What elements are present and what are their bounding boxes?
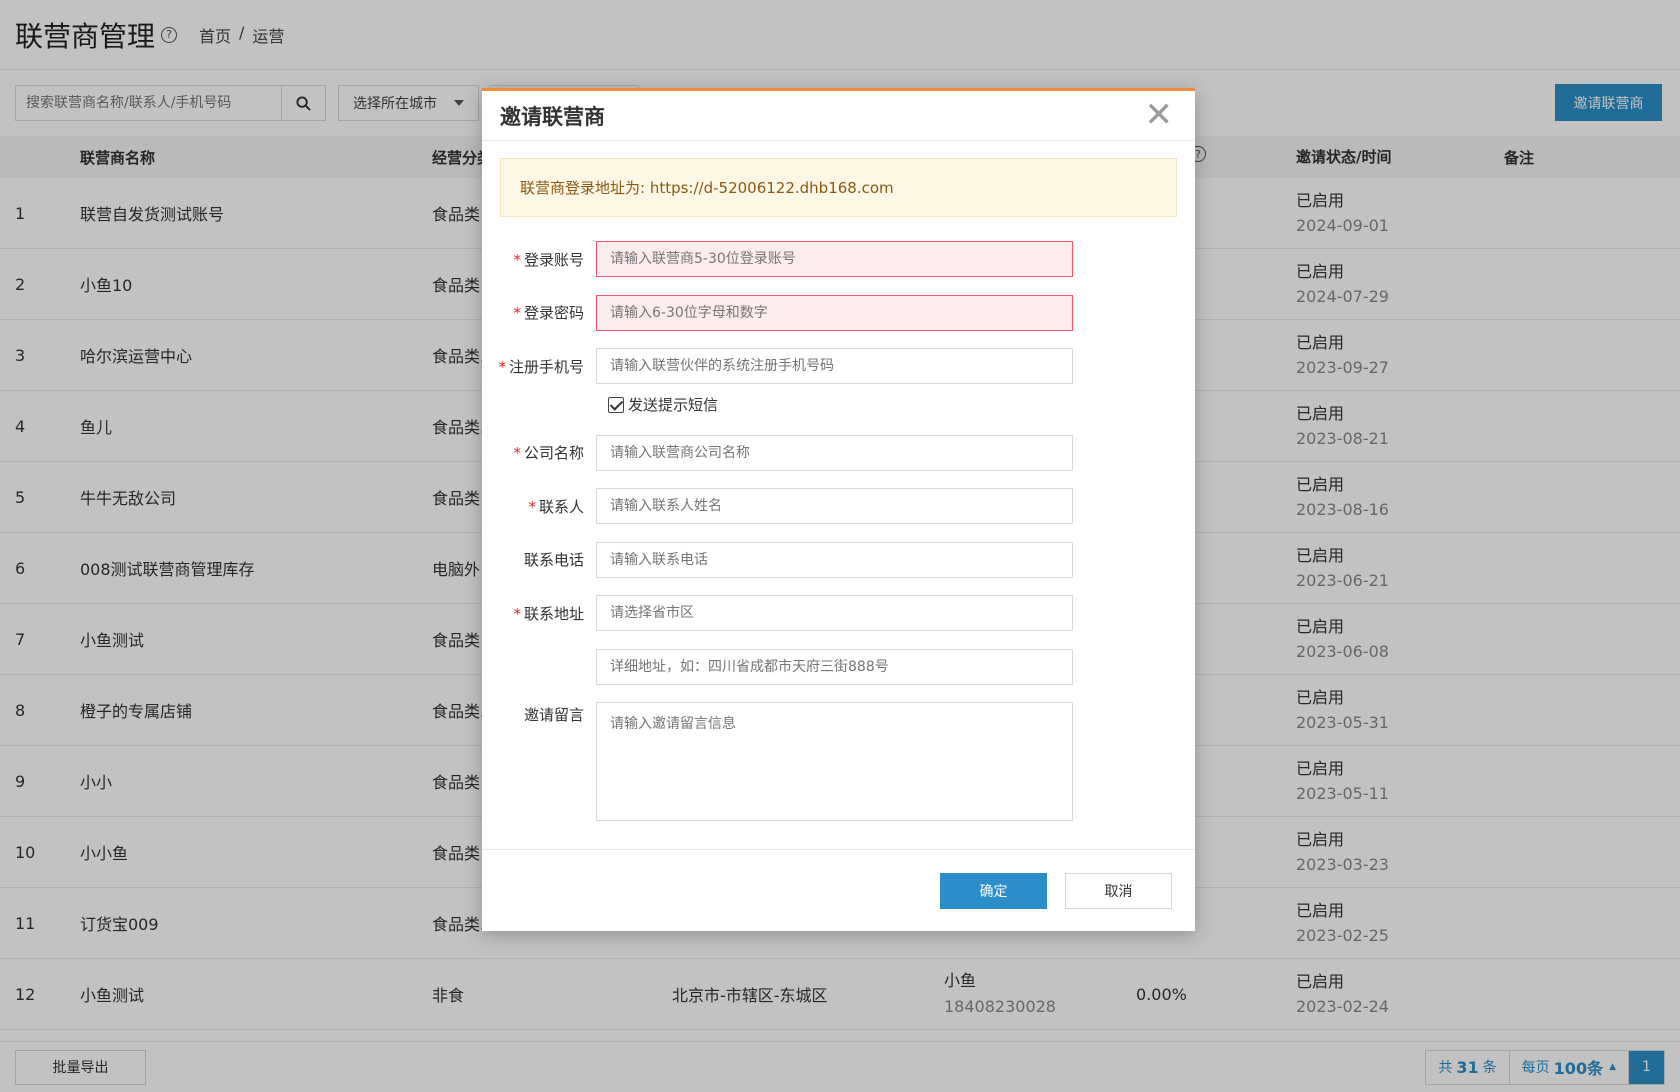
send-sms-option[interactable]: 发送提示短信 bbox=[608, 394, 1195, 416]
company-label: * 公司名称 bbox=[513, 444, 584, 462]
contact-label: * 联系人 bbox=[528, 497, 584, 516]
login-url-notice: 联营商登录地址为: https://d-52006122.dhb168.com bbox=[500, 158, 1177, 217]
confirm-button[interactable]: 确定 bbox=[940, 872, 1047, 909]
address-detail-input[interactable] bbox=[596, 648, 1073, 685]
phone-label: * 注册手机号 bbox=[498, 357, 584, 376]
login-account-input[interactable] bbox=[596, 241, 1073, 277]
account-label: * 登录账号 bbox=[513, 250, 584, 269]
invite-partner-dialog: 邀请联营商 ✕ 联营商登录地址为: https://d-52006122.dhb… bbox=[482, 88, 1195, 931]
company-name-input[interactable] bbox=[596, 434, 1073, 471]
dialog-footer: 确定 取消 bbox=[482, 849, 1195, 931]
contact-tel-input[interactable] bbox=[596, 541, 1073, 578]
region-select-input[interactable] bbox=[596, 595, 1073, 631]
dialog-title: 邀请联营商 bbox=[500, 104, 605, 129]
send-sms-checkbox[interactable] bbox=[608, 396, 624, 413]
tel-label: 联系电话 bbox=[523, 551, 584, 569]
message-label: 邀请留言 bbox=[523, 706, 584, 724]
register-phone-input[interactable] bbox=[596, 348, 1073, 384]
cancel-button[interactable]: 取消 bbox=[1065, 872, 1172, 909]
password-label: * 登录密码 bbox=[513, 304, 584, 322]
contact-name-input[interactable] bbox=[596, 488, 1073, 524]
invite-form: *登录账号 *登录密码 *注册手机号 发送提示短信 *公司名称 *联系人 联系电… bbox=[482, 217, 1195, 821]
close-icon[interactable]: ✕ bbox=[1145, 95, 1174, 135]
invite-message-textarea[interactable] bbox=[596, 702, 1073, 821]
login-password-input[interactable] bbox=[596, 294, 1073, 331]
send-sms-label: 发送提示短信 bbox=[628, 396, 719, 414]
address-label: * 联系地址 bbox=[513, 604, 584, 623]
dialog-header: 邀请联营商 ✕ bbox=[482, 91, 1195, 141]
